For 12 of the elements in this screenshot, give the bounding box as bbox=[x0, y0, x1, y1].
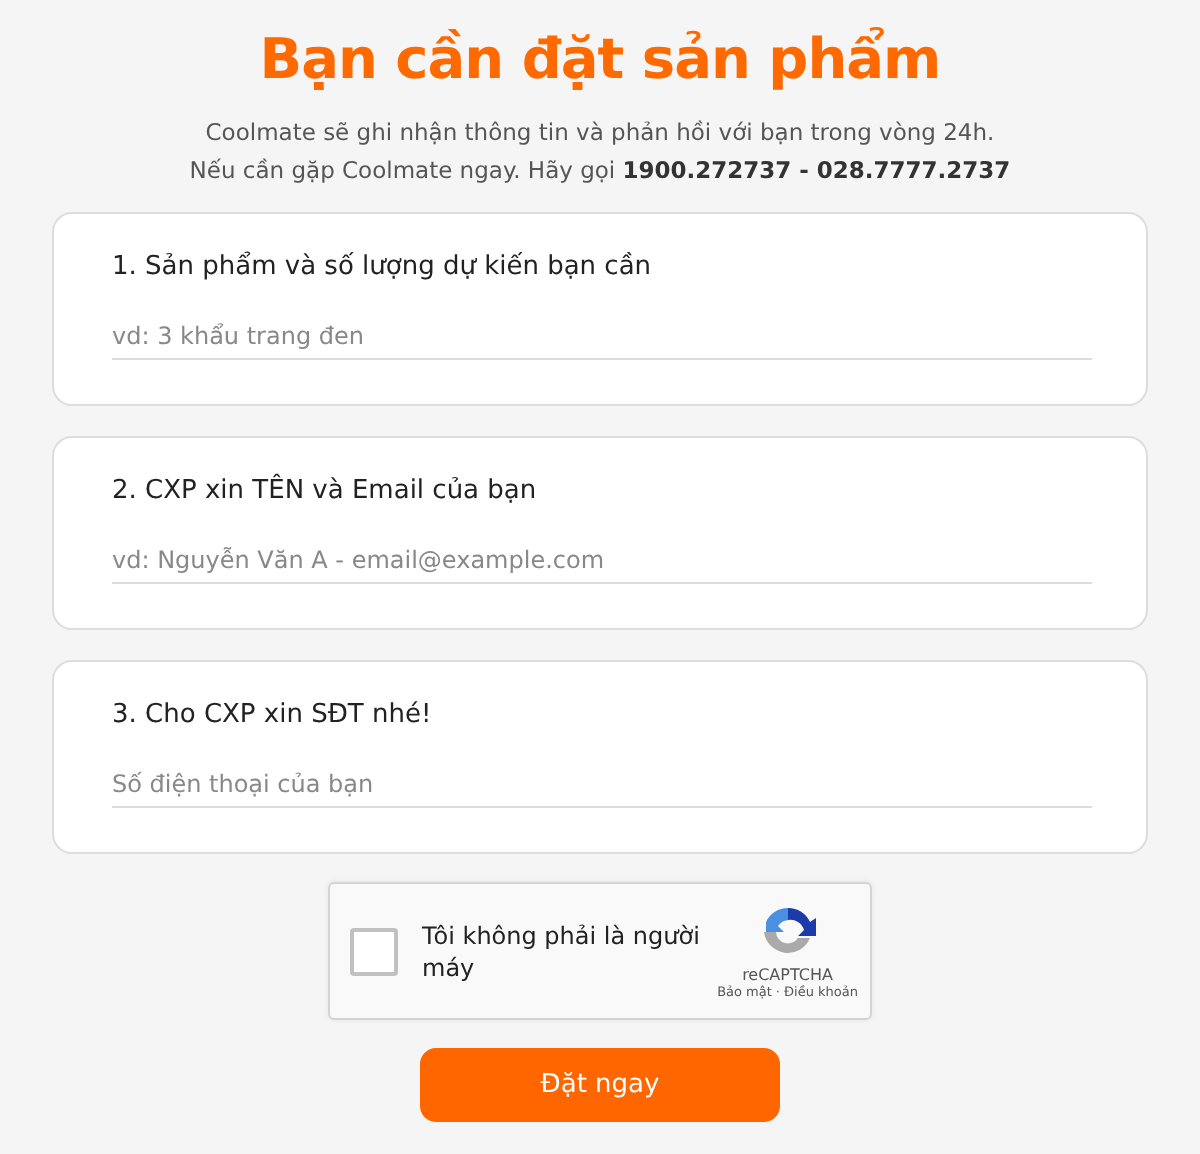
captcha-checkbox[interactable] bbox=[350, 927, 398, 975]
input-field[interactable]: vd: Nguyễn Văn A - email@example.com bbox=[112, 538, 1092, 584]
input-field[interactable]: Số điện thoại của bạn bbox=[112, 762, 1092, 808]
input-field[interactable]: vd: 3 khẩu trang đen bbox=[112, 314, 1092, 360]
captcha-brand: reCAPTCHA bbox=[742, 966, 833, 984]
captcha-label: Tôi không phải là người máy bbox=[422, 919, 702, 983]
page-title: Bạn cần đặt sản phẩm bbox=[259, 24, 941, 96]
question-label: 1. Sản phẩm và số lượng dự kiến bạn cần bbox=[112, 250, 654, 286]
question-label: 3. Cho CXP xin SĐT nhé! bbox=[112, 698, 434, 734]
question-label: 2. CXP xin TÊN và Email của bạn bbox=[112, 474, 539, 510]
intro-text: Coolmate sẽ ghi nhận thông tin và phản hồi với bạn trong vòng 24h. bbox=[205, 116, 995, 150]
intro-text: Nếu cần gặp Coolmate ngay. Hãy gọi 1900.272737 - 028.7777.2737 bbox=[189, 154, 1011, 188]
